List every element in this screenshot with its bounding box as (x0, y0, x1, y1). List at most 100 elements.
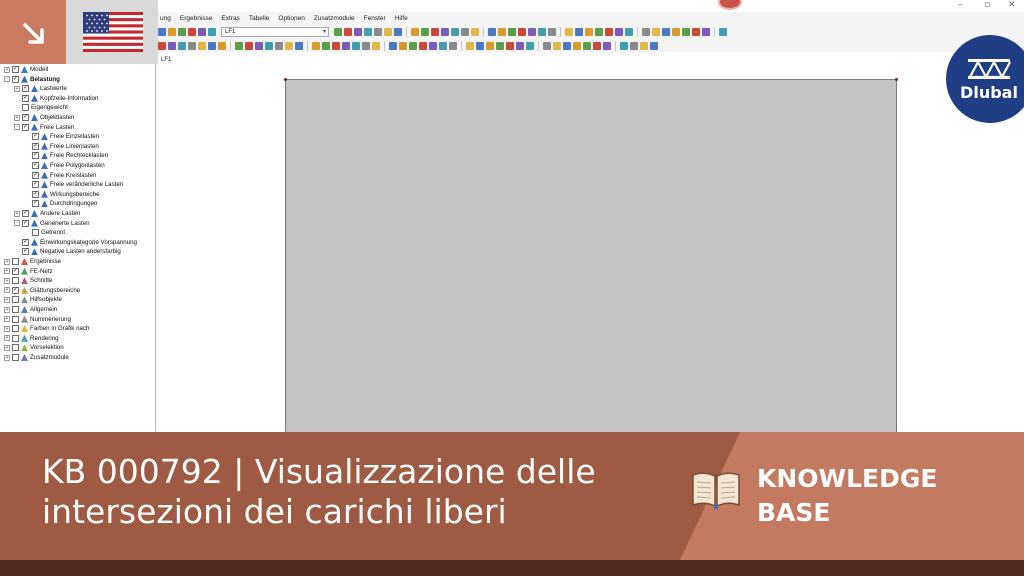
tree-item[interactable]: ✓ Freie veränderliche Lasten (24, 180, 123, 189)
tree-item[interactable]: + ✓ Glättungsbereiche (4, 286, 80, 295)
toolbar-button[interactable] (218, 41, 226, 50)
toolbar-button[interactable] (235, 41, 243, 50)
toolbar-button[interactable] (466, 41, 474, 50)
tree-item-checkbox[interactable]: ✓ (22, 238, 29, 246)
tree-item-checkbox[interactable] (12, 334, 19, 342)
tree-item[interactable]: + Ergebnisse (4, 257, 61, 266)
tree-item[interactable]: ✓ Freie Kreislasten (24, 171, 96, 180)
tree-item-checkbox[interactable] (22, 104, 29, 112)
expand-icon[interactable]: + (4, 277, 10, 284)
tree-item[interactable]: ✓ Negative Lasten andersfarbig (14, 247, 121, 256)
toolbar-button[interactable] (178, 27, 186, 36)
toolbar-button[interactable] (605, 27, 613, 36)
toolbar-button[interactable] (652, 27, 660, 36)
tree-item[interactable]: ✓ Einwirkungskategorie Vorspannung (14, 238, 137, 247)
expand-icon[interactable]: + (4, 316, 10, 323)
tree-item-checkbox[interactable]: ✓ (32, 162, 39, 169)
toolbar-button[interactable] (625, 27, 633, 36)
toolbar-button[interactable] (620, 41, 628, 50)
toolbar-button[interactable] (441, 27, 449, 36)
tree-item[interactable]: + Hilfsobjekte (4, 295, 62, 304)
toolbar-button[interactable] (285, 41, 293, 50)
tree-item[interactable]: + ✓ Lastwerte (14, 84, 67, 93)
tree-item-checkbox[interactable]: ✓ (22, 219, 29, 227)
toolbar-button[interactable] (538, 27, 546, 36)
toolbar-button[interactable] (208, 27, 216, 36)
collapse-icon[interactable]: − (14, 124, 20, 131)
tree-item-checkbox[interactable]: ✓ (32, 171, 39, 179)
tree-item-checkbox[interactable] (12, 344, 19, 352)
tree-item[interactable]: + ✓ FE-Netz (4, 267, 53, 276)
menu-item-fenster[interactable]: Fenster (364, 15, 386, 22)
toolbar-button[interactable] (384, 27, 392, 36)
toolbar-button[interactable] (449, 41, 457, 50)
toolbar-button[interactable] (439, 41, 447, 50)
toolbar-button[interactable] (471, 27, 479, 36)
tree-item[interactable]: + Zusatzmodule (4, 353, 69, 362)
tree-item-checkbox[interactable]: ✓ (22, 85, 29, 93)
toolbar-button[interactable] (461, 27, 469, 36)
menu-item-zusatzmodule[interactable]: Zusatzmodule (314, 15, 355, 22)
toolbar-button[interactable] (548, 27, 556, 36)
collapse-icon[interactable]: − (4, 76, 10, 83)
toolbar-button[interactable] (719, 27, 727, 36)
expand-icon[interactable]: + (4, 296, 10, 303)
toolbar-button[interactable] (312, 41, 320, 50)
tree-item[interactable]: − ✓ Belastung (4, 75, 60, 84)
toolbar-button[interactable] (168, 41, 176, 50)
tree-item[interactable]: + Allgemein (4, 305, 57, 314)
node-point[interactable] (895, 78, 898, 81)
menu-item-hilfe[interactable]: Hilfe (395, 15, 408, 22)
tree-item-checkbox[interactable]: ✓ (22, 248, 29, 256)
expand-icon[interactable]: + (4, 344, 10, 351)
toolbar-button[interactable] (565, 27, 573, 36)
expand-icon[interactable]: + (4, 268, 10, 275)
toolbar-button[interactable] (553, 41, 561, 50)
toolbar-button[interactable] (362, 41, 370, 50)
tree-item-checkbox[interactable]: ✓ (32, 181, 39, 189)
toolbar-button[interactable] (543, 41, 551, 50)
toolbar-button[interactable] (208, 41, 216, 50)
tree-item[interactable]: + Schnitte (4, 276, 52, 285)
tree-item-checkbox[interactable]: ✓ (12, 66, 19, 73)
toolbar-button[interactable] (332, 41, 340, 50)
load-case-select[interactable]: LF1 (221, 26, 329, 37)
tree-item[interactable]: − ✓ Freie Lasten (14, 123, 74, 132)
minimize-icon[interactable]: – (958, 0, 963, 10)
toolbar-button[interactable] (322, 41, 330, 50)
toolbar-button[interactable] (615, 27, 623, 36)
toolbar-button[interactable] (158, 41, 166, 50)
tree-item[interactable]: + Nummerierung (4, 315, 71, 324)
expand-icon[interactable]: + (4, 258, 10, 265)
toolbar-button[interactable] (488, 27, 496, 36)
tree-item-checkbox[interactable]: ✓ (22, 123, 29, 131)
toolbar-button[interactable] (178, 41, 186, 50)
toolbar-button[interactable] (334, 27, 342, 36)
toolbar-button[interactable] (389, 41, 397, 50)
tree-item-checkbox[interactable]: ✓ (22, 210, 29, 217)
toolbar-button[interactable] (518, 27, 526, 36)
toolbar-button[interactable] (563, 41, 571, 50)
toolbar-button[interactable] (650, 41, 658, 50)
tree-item[interactable]: ✓ Freie Linienlasten (24, 142, 99, 151)
tree-item[interactable]: ✓ Freie Polygonlasten (24, 161, 105, 170)
toolbar-button[interactable] (399, 41, 407, 50)
toolbar-button[interactable] (451, 27, 459, 36)
tree-item-checkbox[interactable]: ✓ (32, 200, 39, 208)
toolbar-button[interactable] (573, 41, 581, 50)
tree-item-checkbox[interactable] (12, 315, 19, 323)
expand-icon[interactable]: + (4, 354, 10, 361)
tree-item-checkbox[interactable] (12, 325, 19, 333)
tree-item[interactable]: ✓ Durchdringungen (24, 199, 97, 208)
toolbar-button[interactable] (431, 27, 439, 36)
toolbar-button[interactable] (188, 41, 196, 50)
toolbar-button[interactable] (394, 27, 402, 36)
tree-item[interactable]: ✓ Freie Einzellasten (24, 132, 99, 141)
tree-item-checkbox[interactable]: ✓ (22, 114, 29, 121)
toolbar-button[interactable] (411, 27, 419, 36)
tree-item[interactable]: ✓ Kopfzeile-Information (14, 94, 98, 103)
toolbar-button[interactable] (429, 41, 437, 50)
toolbar-button[interactable] (702, 27, 710, 36)
toolbar-button[interactable] (575, 27, 583, 36)
expand-icon[interactable]: + (4, 335, 10, 342)
